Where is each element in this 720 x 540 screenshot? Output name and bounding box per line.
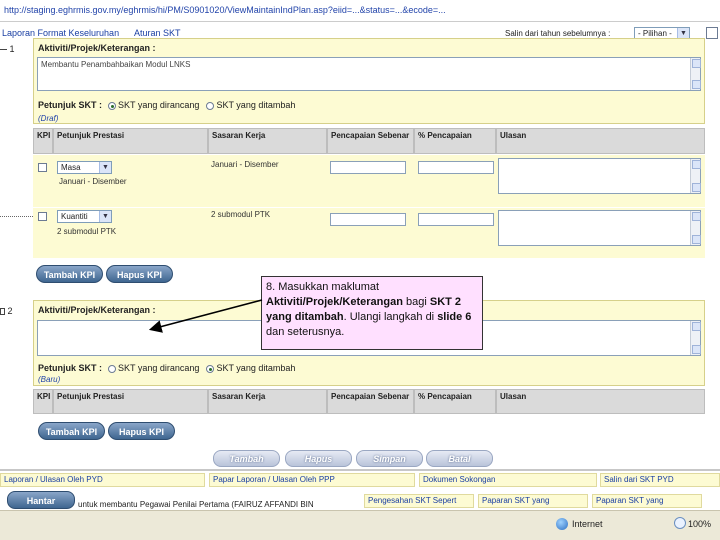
callout-arrow [148,299,263,333]
